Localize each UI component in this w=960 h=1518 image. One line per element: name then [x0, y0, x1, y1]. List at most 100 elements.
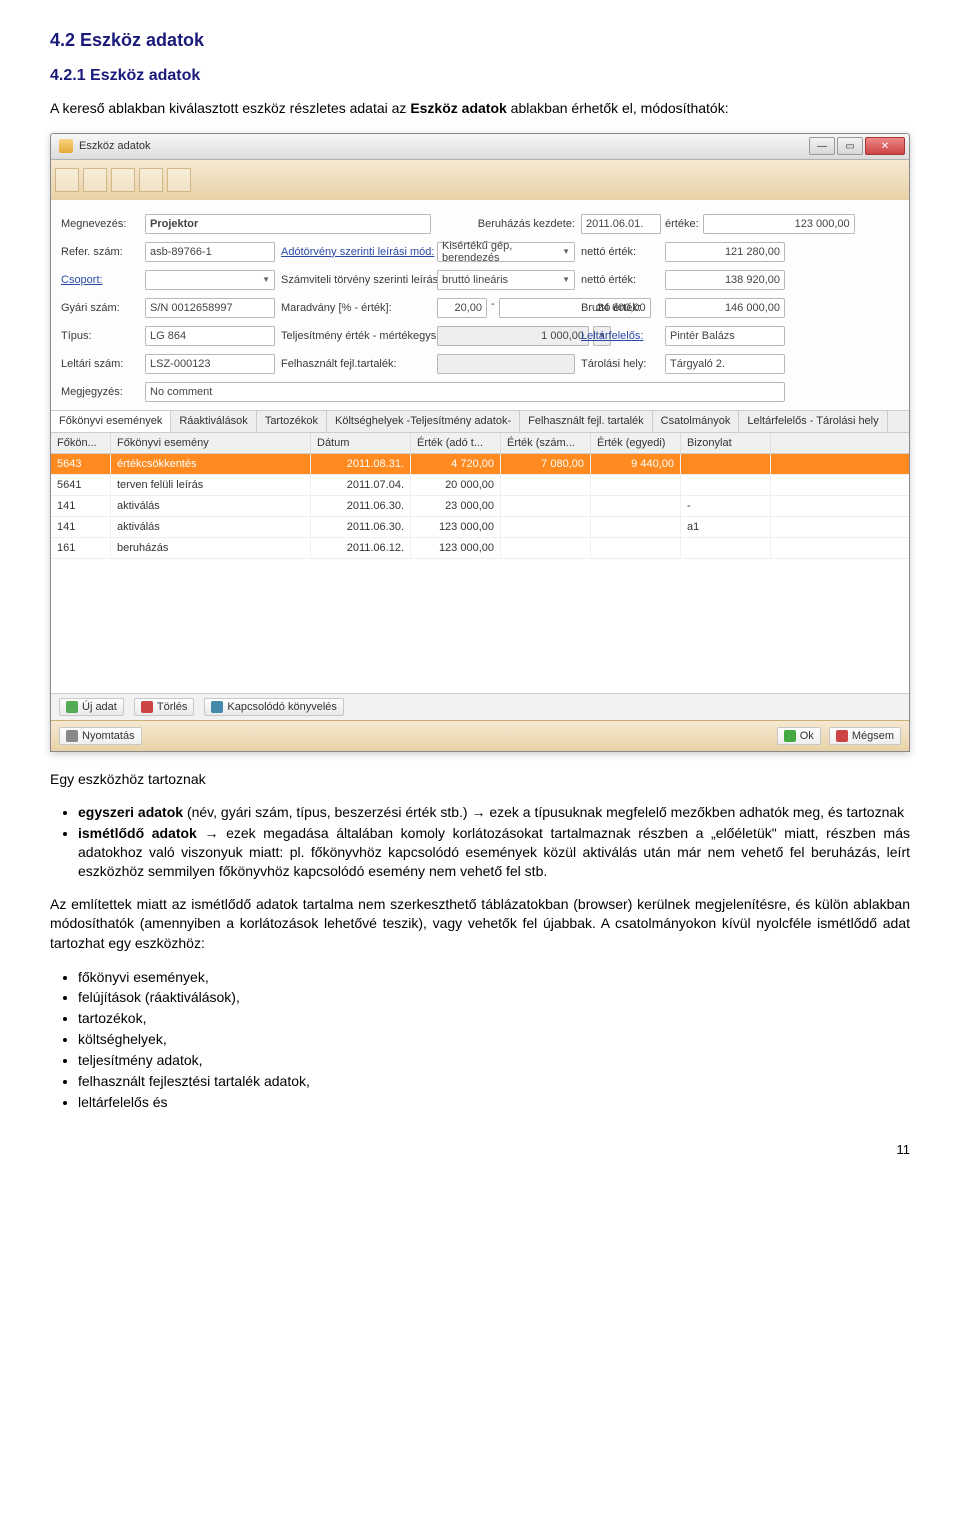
- bullet1-rest: (név, gyári szám, típus, beszerzési érté…: [183, 804, 904, 820]
- table-cell: értékcsökkentés: [111, 454, 311, 474]
- label-megjegyzes: Megjegyzés:: [61, 386, 139, 398]
- print-button[interactable]: Nyomtatás: [59, 727, 142, 745]
- tab-fokonyvi-esemenyek[interactable]: Főkönyvi események: [51, 411, 171, 432]
- input-netto-ertek-2[interactable]: [665, 270, 785, 290]
- label-maradvany: Maradvány [% - érték]:: [281, 302, 431, 314]
- col-ertek-ado[interactable]: Érték (adó t...: [411, 433, 501, 453]
- link-leltarfelelos[interactable]: Leltárfelelős:: [581, 330, 659, 342]
- table-cell: terven felüli leírás: [111, 475, 311, 495]
- page-number: 11: [50, 1142, 910, 1157]
- link-csoport[interactable]: Csoport:: [61, 274, 139, 286]
- delete-button[interactable]: Törlés: [134, 698, 195, 716]
- label-brutto-ertek: Bruttó érték:: [581, 302, 659, 314]
- input-netto-ertek-1[interactable]: [665, 242, 785, 262]
- list-item: főkönyvi események,: [78, 968, 910, 987]
- input-beruhazas-kezdete[interactable]: [581, 214, 661, 234]
- link-adotorveny-mod[interactable]: Adótörvény szerinti leírási mód:: [281, 246, 431, 258]
- combo-csoport[interactable]: ▼: [145, 270, 275, 290]
- label-refer-szam: Refer. szám:: [61, 246, 139, 258]
- heading-4-2: 4.2 Eszköz adatok: [50, 30, 910, 51]
- input-refer-szam[interactable]: [145, 242, 275, 262]
- chevron-down-icon: ▼: [562, 247, 570, 256]
- intro-text-2: ablakban érhetők el, módosíthatók:: [507, 100, 729, 116]
- delete-icon: [141, 701, 153, 713]
- maximize-button[interactable]: ▭: [837, 137, 863, 155]
- table-cell: beruházás: [111, 538, 311, 558]
- label-leltari-szam: Leltári szám:: [61, 358, 139, 370]
- bullet2-rest: → ezek megadása általában komoly korláto…: [78, 825, 910, 879]
- table-cell: 5641: [51, 475, 111, 495]
- table-cell: aktiválás: [111, 517, 311, 537]
- table-cell: 2011.06.30.: [311, 517, 411, 537]
- input-leltarfelelos[interactable]: [665, 326, 785, 346]
- table-cell: [501, 475, 591, 495]
- col-ertek-szam[interactable]: Érték (szám...: [501, 433, 591, 453]
- table-cell: 5643: [51, 454, 111, 474]
- label-megnevezes: Megnevezés:: [61, 218, 139, 230]
- table-row[interactable]: 5643értékcsökkentés2011.08.31.4 720,007 …: [51, 454, 909, 475]
- combo-szamviteli-mod[interactable]: bruttó lineáris▼: [437, 270, 575, 290]
- input-erteke[interactable]: [703, 214, 855, 234]
- tab-raaktivalasok[interactable]: Ráaktiválások: [171, 411, 256, 432]
- minimize-button[interactable]: —: [809, 137, 835, 155]
- check-icon: [784, 730, 796, 742]
- eszkoz-adatok-window: Eszköz adatok — ▭ ✕ Megnevezés: Beruházá…: [50, 133, 910, 752]
- cancel-icon: [836, 730, 848, 742]
- cancel-button[interactable]: Mégsem: [829, 727, 901, 745]
- bullet1-bold: egyszeri adatok: [78, 804, 183, 820]
- intro-paragraph: A kereső ablakban kiválasztott eszköz ré…: [50, 99, 910, 119]
- tab-leltarfelelos[interactable]: Leltárfelelős - Tárolási hely: [739, 411, 887, 432]
- table-cell: [501, 496, 591, 516]
- col-fokon[interactable]: Főkön...: [51, 433, 111, 453]
- table-cell: 141: [51, 517, 111, 537]
- input-teljesitmeny[interactable]: [437, 326, 589, 346]
- table-row[interactable]: 141aktiválás2011.06.30.23 000,00-: [51, 496, 909, 517]
- col-ertek-egyedi[interactable]: Érték (egyedi): [591, 433, 681, 453]
- table-row[interactable]: 5641terven felüli leírás2011.07.04.20 00…: [51, 475, 909, 496]
- printer-icon: [66, 730, 78, 742]
- input-maradvany-pct[interactable]: [437, 298, 487, 318]
- list-item: egyszeri adatok (név, gyári szám, típus,…: [78, 803, 910, 822]
- label-gyari-szam: Gyári szám:: [61, 302, 139, 314]
- input-tipus[interactable]: [145, 326, 275, 346]
- linked-booking-button[interactable]: Kapcsolódó könyvelés: [204, 698, 343, 716]
- combo-adotorveny-mod[interactable]: Kisértékű gép, berendezés▼: [437, 242, 575, 262]
- label-tipus: Típus:: [61, 330, 139, 342]
- window-title: Eszköz adatok: [79, 140, 151, 152]
- col-bizonylat[interactable]: Bizonylat: [681, 433, 771, 453]
- list-item: felhasznált fejlesztési tartalék adatok,: [78, 1072, 910, 1091]
- table-row[interactable]: 141aktiválás2011.06.30.123 000,00a1: [51, 517, 909, 538]
- input-gyari-szam[interactable]: [145, 298, 275, 318]
- tab-csatolmanyok[interactable]: Csatolmányok: [653, 411, 740, 432]
- col-datum[interactable]: Dátum: [311, 433, 411, 453]
- table-cell: [591, 538, 681, 558]
- chevron-down-icon: ▼: [562, 275, 570, 284]
- input-megjegyzes[interactable]: [145, 382, 785, 402]
- label-teljesitmeny: Teljesítmény érték - mértékegys.:: [281, 330, 431, 342]
- bullet2-bold: ismétlődő adatok: [78, 825, 197, 841]
- tab-felhasznalt-fejl[interactable]: Felhasznált fejl. tartalék: [520, 411, 653, 432]
- col-fokonyvi-esemeny[interactable]: Főkönyvi esemény: [111, 433, 311, 453]
- tab-koltseghelyek[interactable]: Költséghelyek -Teljesítmény adatok-: [327, 411, 520, 432]
- input-felhasznalt-fejl[interactable]: [437, 354, 575, 374]
- label-tarolasi-hely: Tárolási hely:: [581, 358, 659, 370]
- add-button[interactable]: Új adat: [59, 698, 124, 716]
- table-row[interactable]: 161beruházás2011.06.12.123 000,00: [51, 538, 909, 559]
- ok-button[interactable]: Ok: [777, 727, 821, 745]
- input-brutto-ertek[interactable]: [665, 298, 785, 318]
- close-button[interactable]: ✕: [865, 137, 905, 155]
- label-beruhazas-kezdete: Beruházás kezdete:: [437, 218, 575, 230]
- input-leltari-szam[interactable]: [145, 354, 275, 374]
- tab-tartozekok[interactable]: Tartozékok: [257, 411, 327, 432]
- list-item: teljesítmény adatok,: [78, 1051, 910, 1070]
- table-cell: 2011.06.12.: [311, 538, 411, 558]
- list-item: felújítások (ráaktiválások),: [78, 988, 910, 1007]
- input-tarolasi-hely[interactable]: [665, 354, 785, 374]
- table-cell: 2011.06.30.: [311, 496, 411, 516]
- input-megnevezes[interactable]: [145, 214, 431, 234]
- table-cell: [681, 475, 771, 495]
- table-cell: 123 000,00: [411, 538, 501, 558]
- table-cell: 161: [51, 538, 111, 558]
- form-area: Megnevezés: Beruházás kezdete: értéke: R…: [51, 200, 909, 410]
- book-icon: [211, 701, 223, 713]
